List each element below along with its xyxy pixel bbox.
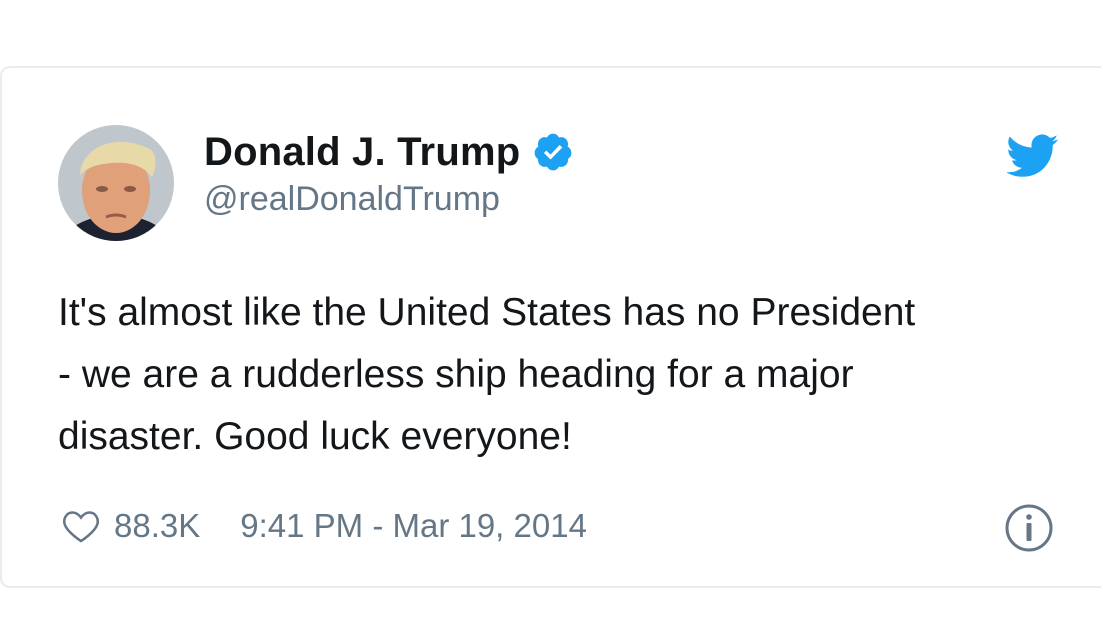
timestamp[interactable]: 9:41 PM - Mar 19, 2014 (240, 507, 587, 545)
tweet-text-line: It's almost like the United States has n… (58, 291, 916, 334)
tweet-footer: 88.3K 9:41 PM - Mar 19, 2014 (62, 504, 587, 548)
like-count[interactable]: 88.3K (114, 507, 200, 545)
tweet-text: It's almost like the United States has n… (58, 282, 1068, 468)
profile-photo-icon (58, 125, 174, 241)
info-icon[interactable] (1003, 502, 1055, 554)
verified-badge-icon (532, 131, 574, 173)
avatar[interactable] (58, 125, 174, 241)
author-handle[interactable]: @realDonaldTrump (204, 180, 500, 219)
tweet-text-line: disaster. Good luck everyone! (58, 415, 572, 458)
tweet-text-line: - we are a rudderless ship heading for a… (58, 353, 854, 396)
tweet-card[interactable]: Donald J. Trump @realDonaldTrump It's al… (0, 66, 1101, 588)
author-row: Donald J. Trump (204, 128, 574, 176)
display-name[interactable]: Donald J. Trump (204, 130, 520, 175)
twitter-bird-icon[interactable] (1006, 134, 1059, 178)
heart-icon[interactable] (62, 508, 100, 544)
